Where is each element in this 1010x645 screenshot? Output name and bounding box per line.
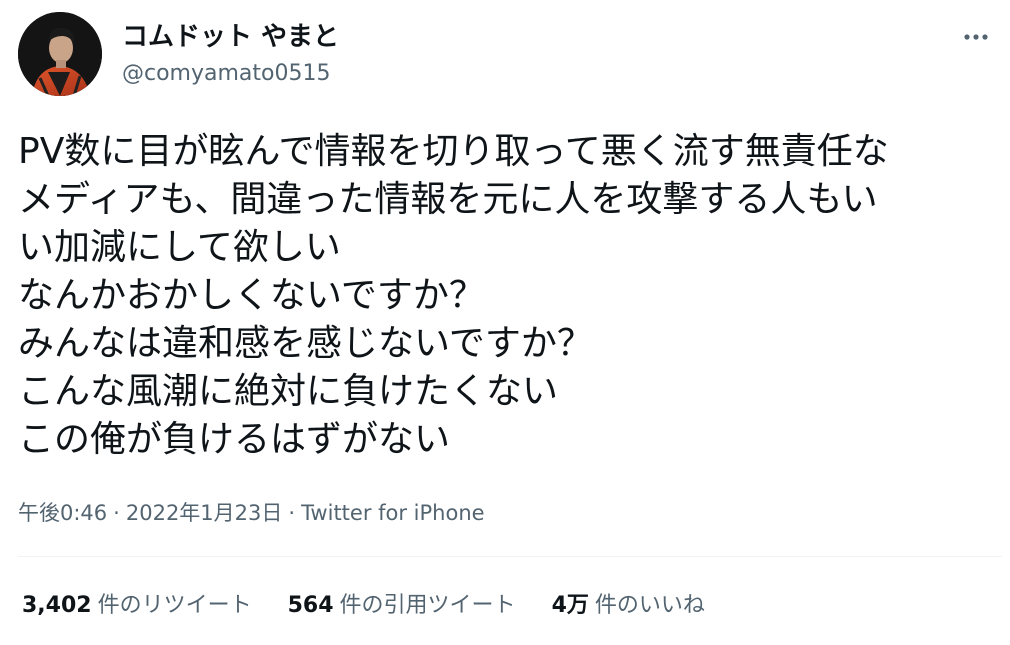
tweet-line: PV数に目が眩んで情報を切り取って悪く流す無責任な	[18, 131, 889, 172]
tweet-source[interactable]: Twitter for iPhone	[301, 501, 485, 525]
likes-label: 件のいいね	[594, 593, 705, 618]
tweet-header: コムドット やまと @comyamato0515	[14, 10, 996, 100]
author-names: コムドット やまと @comyamato0515	[122, 20, 339, 90]
tweet-line: こんな風潮に絶対に負けたくない	[18, 371, 559, 412]
tweet-meta: 午後0:46 · 2022年1月23日 · Twitter for iPhone	[18, 498, 485, 528]
more-options-button[interactable]	[956, 22, 996, 52]
tweet-line: い加減にして欲しい	[18, 227, 341, 268]
tweet-line: この俺が負けるはずがない	[18, 419, 451, 460]
tweet-line: みんなは違和感を感じないですか？	[18, 323, 593, 364]
meta-separator: ·	[113, 501, 120, 525]
retweets-count: 3,402	[22, 593, 92, 618]
more-horizontal-icon	[964, 34, 988, 40]
tweet-line: なんかおかしくないですか？	[18, 275, 485, 316]
tweet-page: コムドット やまと @comyamato0515 PV数に目が眩んで情報を切り取…	[0, 0, 1010, 645]
tweet-stats: 3,402 件のリツイート 564 件の引用ツイート 4万 件のいいね	[22, 590, 741, 622]
meta-separator: ·	[288, 501, 296, 525]
likes-count: 4万	[551, 593, 589, 618]
display-name[interactable]: コムドット やまと	[122, 20, 339, 54]
tweet-line: メディアも、間違った情報を元に人を攻撃する人もい	[18, 179, 878, 220]
quotes-label: 件の引用ツイート	[339, 593, 516, 618]
divider	[18, 556, 1002, 557]
tweet-date[interactable]: 2022年1月23日	[126, 501, 283, 525]
likes-stat[interactable]: 4万 件のいいね	[552, 590, 705, 622]
quotes-stat[interactable]: 564 件の引用ツイート	[288, 590, 516, 622]
profile-photo-icon	[18, 12, 102, 96]
quotes-count: 564	[287, 593, 334, 618]
tweet-text: PV数に目が眩んで情報を切り取って悪く流す無責任な メディアも、間違った情報を元…	[18, 128, 998, 464]
retweets-stat[interactable]: 3,402 件のリツイート	[22, 590, 252, 622]
retweets-label: 件のリツイート	[97, 593, 252, 618]
author-handle[interactable]: @comyamato0515	[122, 58, 339, 90]
avatar[interactable]	[18, 12, 102, 96]
tweet-time[interactable]: 午後0:46	[18, 501, 107, 525]
